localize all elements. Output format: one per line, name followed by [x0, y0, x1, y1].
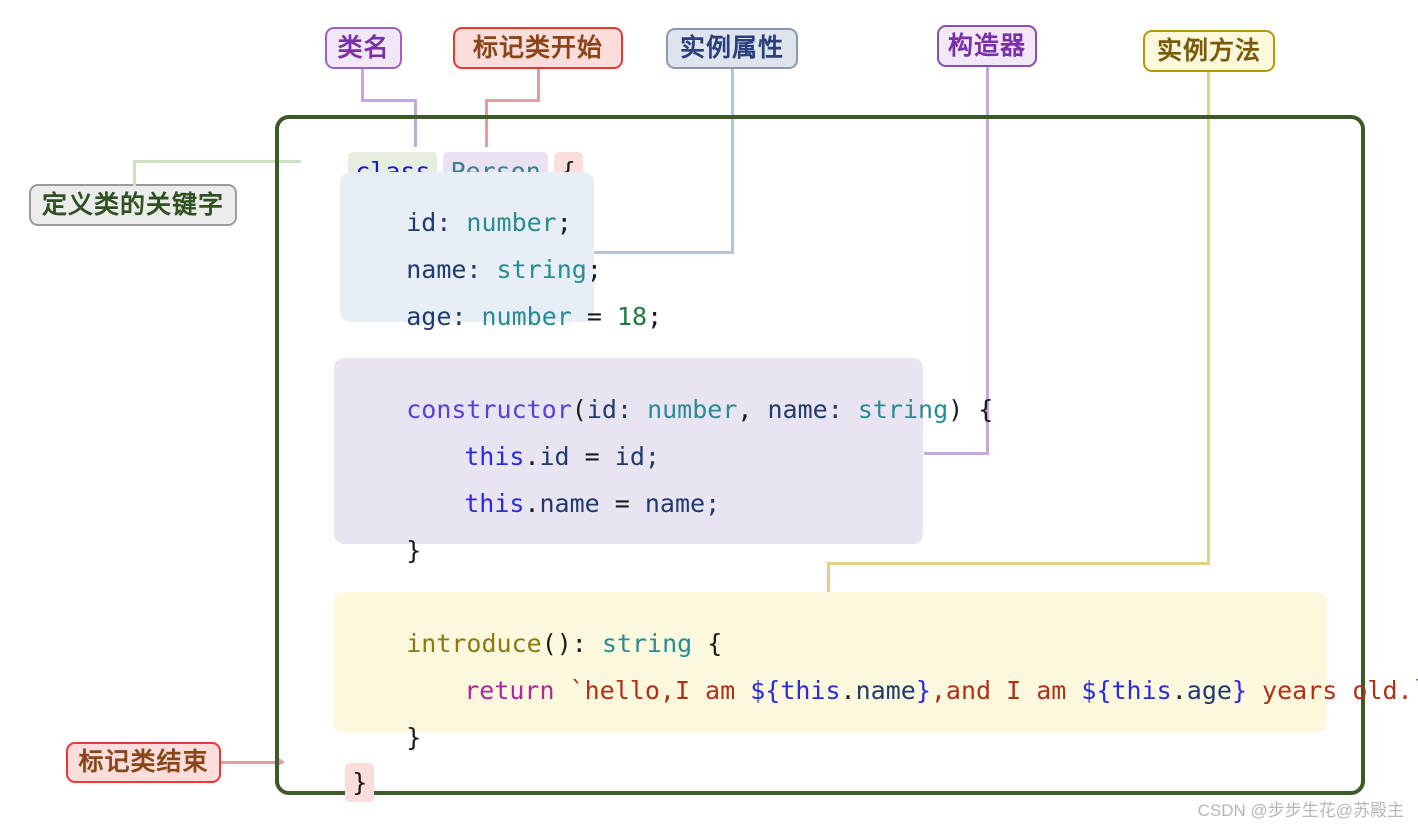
label-constructor: 构造器: [937, 25, 1037, 67]
connector-class-start-h: [485, 99, 540, 102]
code-token-interp1-open: ${: [750, 676, 781, 705]
connector-keyword-v: [133, 162, 136, 186]
code-token-prop-age-value: 18: [616, 302, 648, 331]
code-token-dot-2: .: [524, 489, 540, 518]
diagram-canvas: 类名 标记类开始 实例属性 构造器 实例方法 定义类的关键字 标记类结束 id:…: [0, 0, 1418, 825]
watermark: CSDN @步步生花@苏殿主: [1197, 801, 1404, 820]
code-line-class-close: }: [285, 745, 375, 820]
label-instance-properties: 实例属性: [666, 28, 798, 69]
code-line-constructor-close: }: [346, 513, 421, 588]
code-token-constructor-paren-close: ) {: [948, 395, 994, 424]
code-token-template-part1: `hello,I am: [554, 676, 751, 705]
code-token-template-part3: years old.`: [1247, 676, 1418, 705]
code-token-interp1-dot: .: [840, 676, 856, 705]
label-class-keyword-text: 定义类的关键字: [42, 190, 225, 219]
code-token-this-2: this: [464, 489, 525, 518]
code-token-method-close-brace: }: [406, 723, 422, 752]
code-token-constructor-close-brace: }: [406, 536, 422, 565]
code-token-assign-value-name: name;: [644, 489, 721, 518]
code-token-interp1-close: }: [915, 676, 931, 705]
label-constructor-text: 构造器: [948, 31, 1027, 60]
code-token-constructor-param-sep: ,: [737, 395, 768, 424]
code-token-interp1-prop: name: [855, 676, 916, 705]
label-instance-properties-text: 实例属性: [680, 34, 785, 62]
code-token-template-part2: ,and I am: [930, 676, 1082, 705]
label-class-start-text: 标记类开始: [472, 33, 603, 62]
code-token-return-keyword: return: [464, 676, 555, 705]
code-token-prop-age-type: number: [466, 302, 572, 331]
label-class-start: 标记类开始: [453, 27, 623, 69]
label-instance-method-text: 实例方法: [1157, 36, 1262, 65]
code-token-constructor-param2-type: string: [857, 395, 949, 424]
code-token-interp2-close: }: [1231, 676, 1247, 705]
label-class-keyword: 定义类的关键字: [29, 184, 237, 226]
code-token-interp1-this: this: [780, 676, 841, 705]
code-token-prop-age-tail: ;: [647, 302, 663, 331]
code-token-prop-age-name: age:: [406, 302, 467, 331]
connector-class-start-v1: [537, 69, 540, 102]
code-token-constructor-param2-name: name:: [767, 395, 858, 424]
code-token-class-close-brace: }: [345, 763, 375, 802]
label-instance-method: 实例方法: [1143, 30, 1275, 72]
label-class-end-text: 标记类结束: [78, 748, 209, 776]
code-line-constructor-assign-name: this.name = name;: [404, 466, 720, 541]
code-token-constructor-param1-type: number: [647, 395, 738, 424]
code-line-method-return: return `hello,I am ${this.name},and I am…: [404, 653, 1418, 728]
code-token-prop-age-eq: =: [571, 302, 617, 331]
code-token-interp2-prop: age: [1186, 676, 1232, 705]
connector-class-end-h: [221, 761, 279, 764]
code-token-assign-2: =: [599, 489, 645, 518]
label-class-name-text: 类名: [337, 33, 390, 62]
code-token-interp2-open: ${: [1081, 676, 1112, 705]
code-token-interp2-this: this: [1111, 676, 1172, 705]
connector-class-name-h: [361, 99, 417, 102]
code-token-interp2-dot: .: [1171, 676, 1187, 705]
label-class-name: 类名: [325, 27, 402, 69]
connector-class-name-v1: [361, 69, 364, 102]
code-line-property-age: age: number = 18;: [346, 279, 662, 354]
label-class-end: 标记类结束: [66, 742, 221, 783]
code-token-this-prop-name: name: [539, 489, 600, 518]
